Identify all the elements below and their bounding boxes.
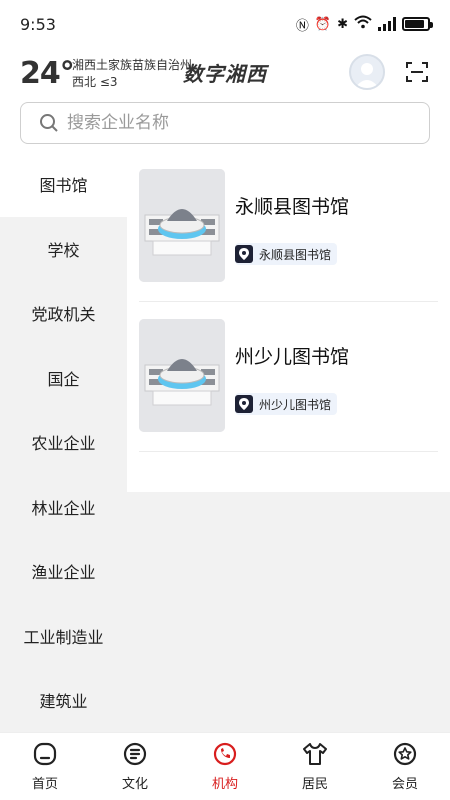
library-building-image (139, 169, 225, 282)
sidebar-item-forestry[interactable]: 林业企业 (0, 475, 127, 540)
tab-culture[interactable]: 文化 (90, 733, 180, 800)
organization-list: 永顺县图书馆 永顺县图书馆 州少儿图书馆 州少儿图书馆 (127, 152, 450, 492)
sidebar-item-label: 图书馆 (39, 176, 88, 196)
status-time: 9:53 (20, 14, 56, 34)
tab-residents[interactable]: 居民 (270, 733, 360, 800)
tab-home[interactable]: 首页 (0, 733, 90, 800)
list-item[interactable]: 州少儿图书馆 州少儿图书馆 (127, 302, 450, 452)
header: 24° 湘西土家族苗族自治州 西北 ≤3 数字湘西 (0, 48, 450, 152)
user-icon (355, 63, 379, 88)
list-item[interactable]: 永顺县图书馆 永顺县图书馆 (127, 152, 450, 302)
scan-icon[interactable] (405, 60, 429, 84)
location-tag-label: 永顺县图书馆 (259, 247, 332, 262)
wind-info: 西北 ≤3 (72, 75, 118, 89)
shirt-icon (303, 743, 327, 765)
location-pin-icon (235, 395, 253, 413)
sidebar-item-agriculture[interactable]: 农业企业 (0, 410, 127, 475)
home-icon (33, 742, 57, 766)
tab-label: 居民 (301, 777, 328, 792)
sidebar-item-label: 党政机关 (31, 305, 96, 325)
status-bar: 9:53 Ⓝ ⏰ ✱ (0, 0, 450, 48)
location-name: 湘西土家族苗族自治州 (72, 58, 193, 72)
bluetooth-icon: ✱ (337, 16, 348, 32)
location-tag: 永顺县图书馆 (235, 243, 338, 265)
sidebar-item-label: 国企 (47, 369, 80, 389)
location: 湘西土家族苗族自治州 西北 ≤3 (72, 57, 192, 91)
sidebar-item-label: 农业企业 (31, 434, 96, 454)
search-input[interactable] (67, 113, 397, 133)
location-tag-label: 州少儿图书馆 (259, 397, 332, 412)
sidebar-item-manufacturing[interactable]: 工业制造业 (0, 604, 127, 669)
sidebar-item-label: 林业企业 (31, 498, 96, 518)
brand-logo: 数字湘西 (183, 62, 267, 86)
star-badge-icon (393, 742, 417, 766)
sidebar-item-label: 渔业企业 (31, 563, 96, 583)
divider (139, 451, 438, 452)
status-icons: Ⓝ ⏰ ✱ (295, 15, 433, 34)
tab-label: 会员 (391, 777, 418, 792)
temperature: 24° (20, 56, 75, 91)
search-bar[interactable] (20, 102, 430, 144)
sidebar-item-label: 学校 (47, 240, 80, 260)
sidebar-item-government[interactable]: 党政机关 (0, 281, 127, 346)
tab-label: 首页 (31, 777, 58, 792)
phone-icon (213, 742, 237, 766)
category-sidebar: 图书馆 学校 党政机关 国企 农业企业 林业企业 渔业企业 工业制造业 建筑业 (0, 152, 127, 732)
sidebar-item-construction[interactable]: 建筑业 (0, 668, 127, 733)
document-icon (123, 742, 147, 766)
signal-icon (378, 17, 396, 31)
organization-title: 永顺县图书馆 (235, 196, 350, 218)
sidebar-item-fishery[interactable]: 渔业企业 (0, 539, 127, 604)
avatar[interactable] (349, 54, 385, 90)
sidebar-item-label: 建筑业 (39, 692, 88, 712)
sidebar-item-label: 工业制造业 (23, 627, 104, 647)
battery-icon (402, 17, 433, 31)
tab-institutions[interactable]: 机构 (180, 733, 270, 800)
nfc-icon: Ⓝ (295, 18, 309, 34)
sidebar-item-state-enterprise[interactable]: 国企 (0, 346, 127, 411)
search-icon (40, 114, 58, 132)
tab-label: 文化 (121, 777, 148, 792)
wifi-icon (354, 15, 372, 33)
bottom-tab-bar: 首页 文化 机构 居民 会员 (0, 732, 450, 800)
sidebar-item-library[interactable]: 图书馆 (0, 152, 127, 217)
sidebar-item-school[interactable]: 学校 (0, 217, 127, 282)
location-pin-icon (235, 245, 253, 263)
organization-title: 州少儿图书馆 (235, 346, 350, 368)
library-building-image (139, 319, 225, 432)
location-tag: 州少儿图书馆 (235, 393, 338, 415)
alarm-icon: ⏰ (314, 16, 332, 32)
tab-label: 机构 (211, 777, 238, 792)
tab-member[interactable]: 会员 (360, 733, 450, 800)
